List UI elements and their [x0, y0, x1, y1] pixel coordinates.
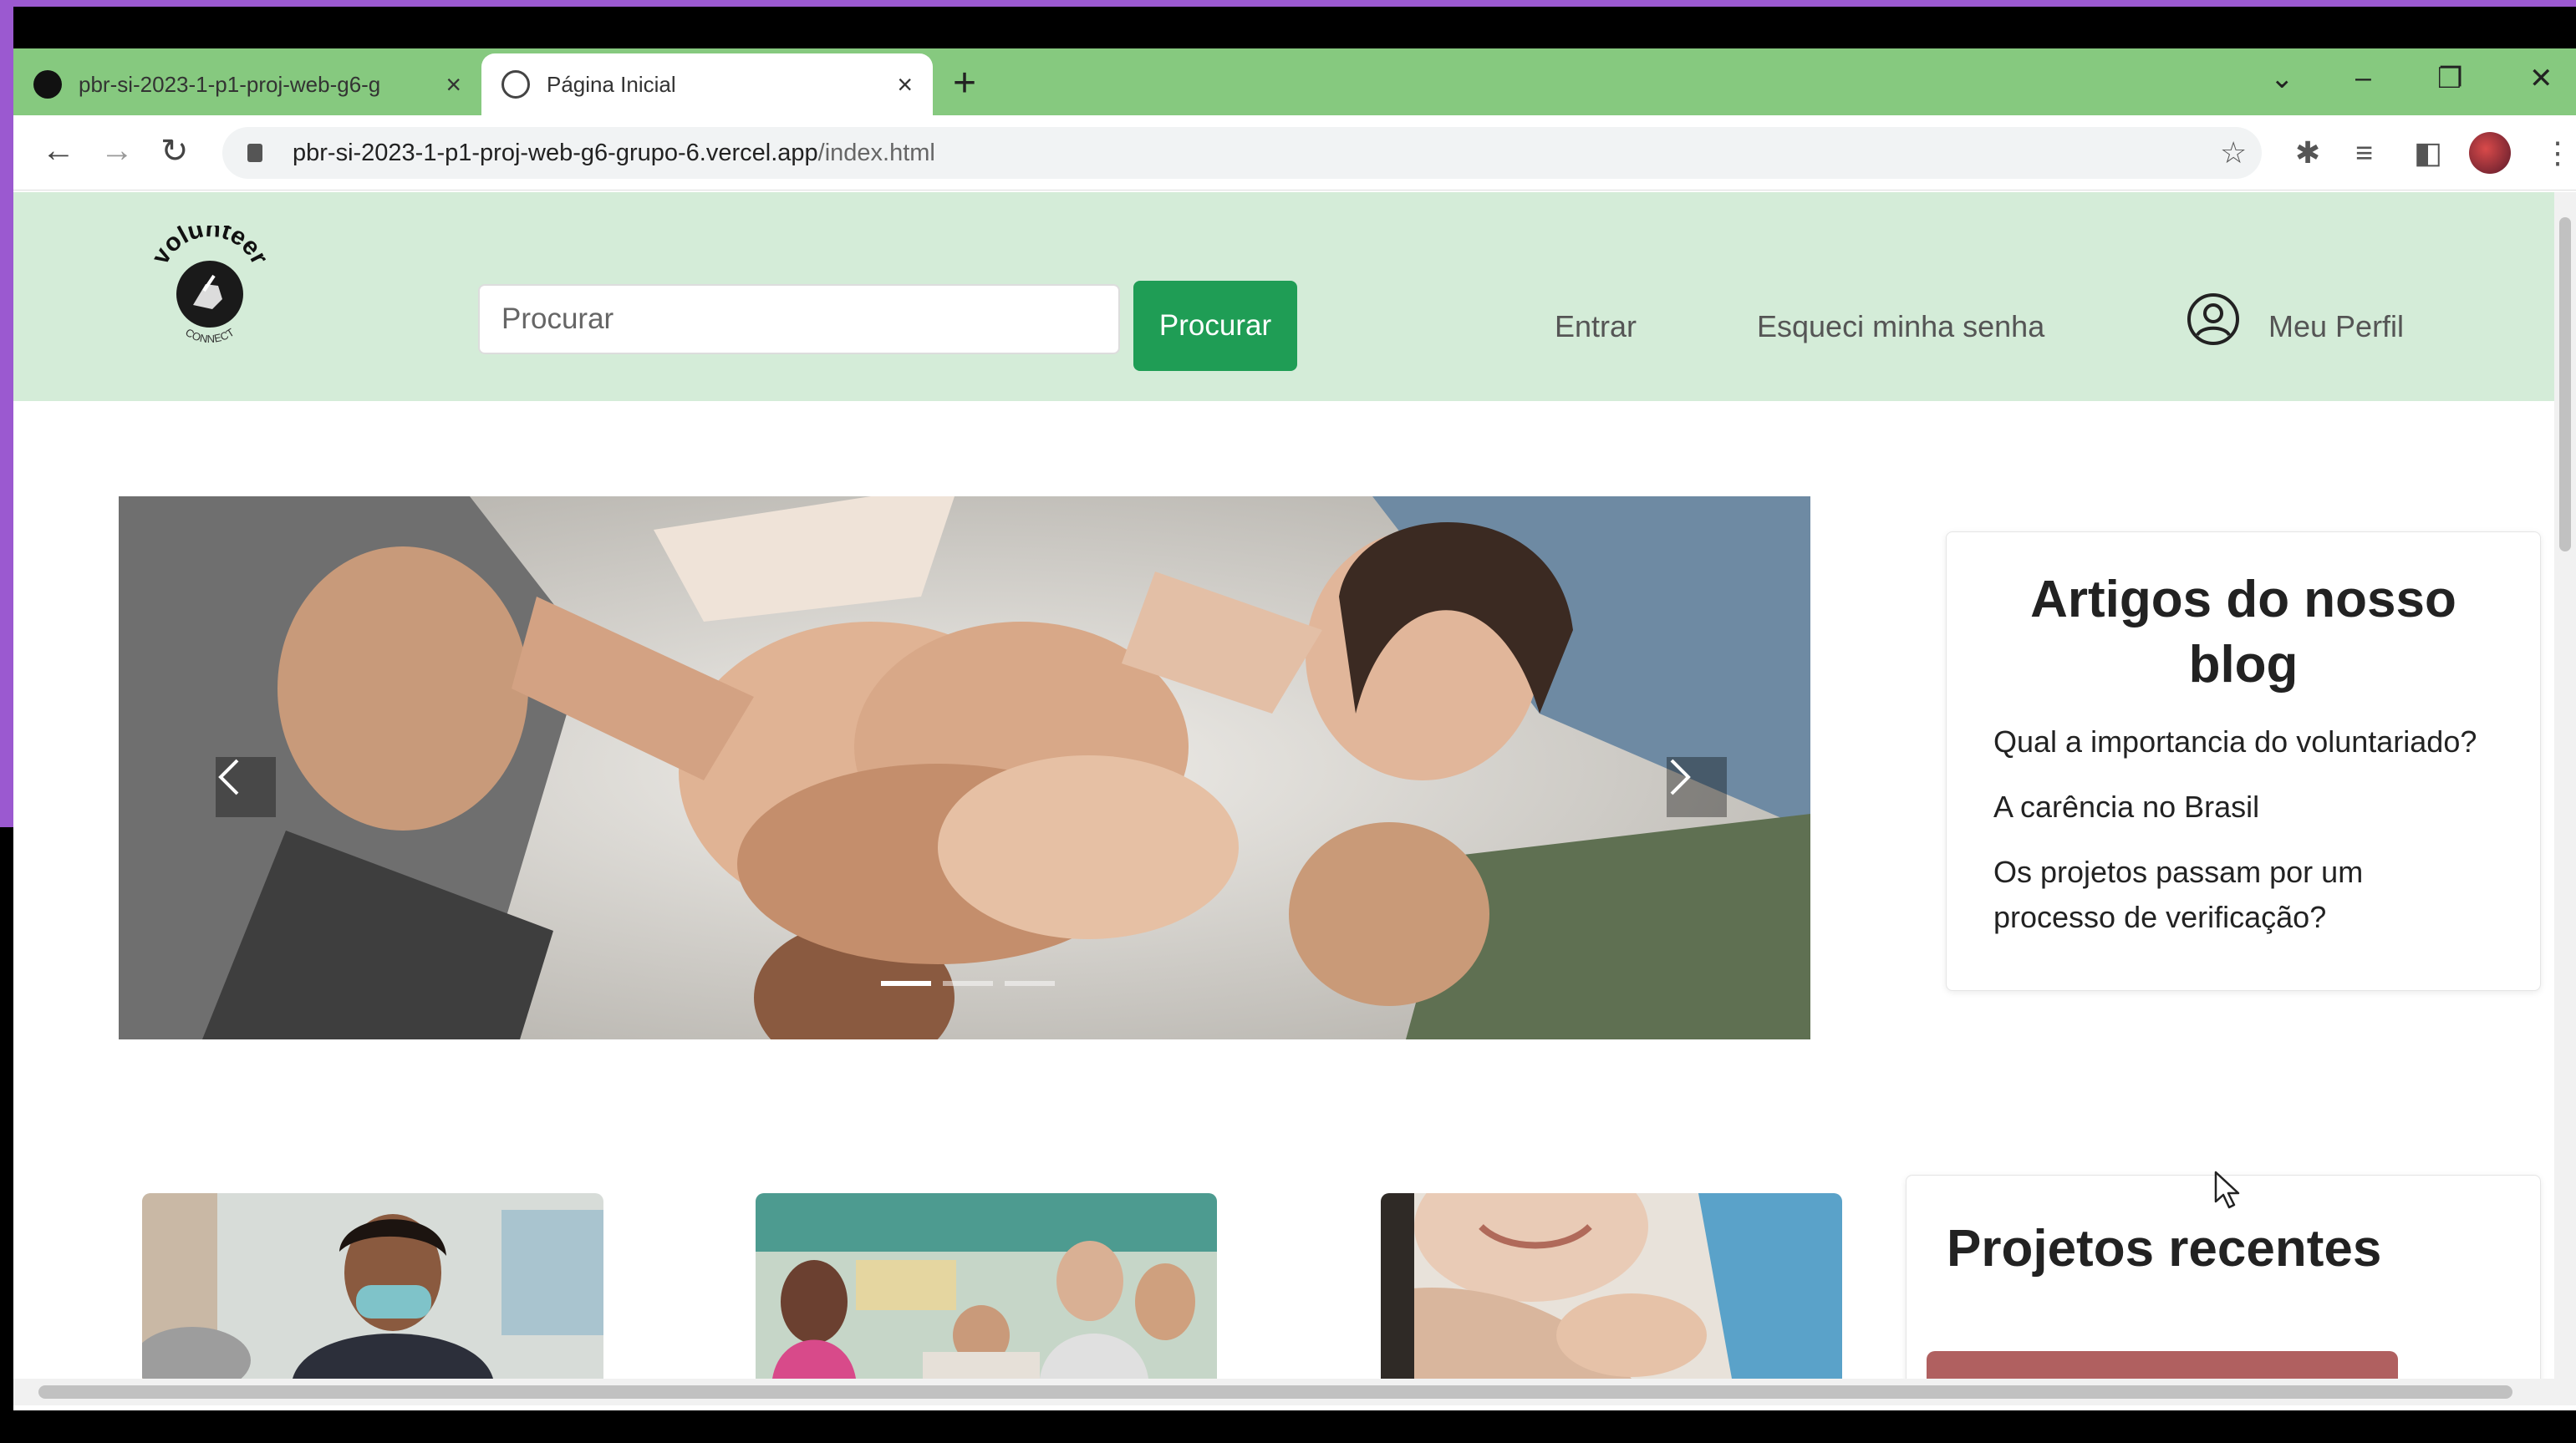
page-viewport: volunteer CONNECT Procurar Entrar Esquec… [13, 192, 2554, 1379]
url-field[interactable]: pbr-si-2023-1-p1-proj-web-g6-grupo-6.ver… [222, 127, 2262, 179]
search-button[interactable]: Procurar [1133, 281, 1297, 371]
carousel-indicator-2[interactable] [943, 981, 993, 986]
svg-text:CONNECT: CONNECT [183, 326, 237, 345]
my-profile-link[interactable]: Meu Perfil [2268, 309, 2404, 344]
globe-favicon-icon [501, 70, 530, 99]
vertical-scroll-thumb[interactable] [2559, 217, 2571, 551]
top-border [0, 0, 2576, 7]
restore-icon[interactable]: ❐ [2437, 62, 2462, 95]
sidepanel-icon[interactable]: ◧ [2414, 135, 2442, 170]
extensions-icon[interactable]: ✱ [2295, 135, 2320, 170]
close-tab-icon[interactable]: × [445, 69, 461, 100]
left-border [0, 0, 13, 827]
hands-together-image [119, 496, 1810, 1039]
horizontal-scrollbar[interactable] [13, 1379, 2576, 1405]
project-card-image-3[interactable] [1381, 1193, 1842, 1379]
blog-title: Artigos do nosso blog [2030, 571, 2456, 694]
minimize-icon[interactable]: – [2355, 62, 2371, 94]
tab-pagina-inicial[interactable]: Página Inicial × [481, 53, 933, 115]
url-host: pbr-si-2023-1-p1-proj-web-g6-grupo-6.ver… [293, 139, 818, 166]
project-card-image-2[interactable] [756, 1193, 1217, 1379]
forgot-password-link[interactable]: Esqueci minha senha [1757, 309, 2044, 344]
blog-articles-card: Artigos do nosso blog Qual a importancia… [1946, 531, 2541, 991]
search-input[interactable] [478, 284, 1120, 354]
project-card-image-1[interactable] [142, 1193, 603, 1379]
recent-projects-title: Projetos recentes [1947, 1220, 2382, 1278]
media-icon[interactable]: ≡ [2355, 135, 2373, 170]
carousel-indicator-1[interactable] [881, 981, 931, 986]
new-tab-icon[interactable]: + [953, 60, 976, 106]
chevron-right-icon [1670, 759, 1691, 795]
url-path: /index.html [817, 139, 935, 166]
carousel-indicator-3[interactable] [1005, 981, 1055, 986]
carousel-next-button[interactable] [1667, 757, 1727, 817]
bookmark-star-icon[interactable]: ☆ [2220, 135, 2247, 170]
horizontal-scroll-thumb[interactable] [38, 1385, 2512, 1399]
site-header: volunteer CONNECT Procurar Entrar Esquec… [13, 192, 2554, 401]
blog-link-carencia[interactable]: A carência no Brasil [1993, 785, 2512, 830]
hero-carousel[interactable] [119, 496, 1810, 1039]
volunteer-connect-logo[interactable]: volunteer CONNECT [139, 226, 281, 351]
recent-project-image[interactable] [1927, 1351, 2398, 1379]
tab-vercel[interactable]: pbr-si-2023-1-p1-proj-web-g6-g × [13, 53, 481, 115]
logo-subtext: CONNECT [183, 326, 237, 345]
tab-search-chevron-icon[interactable]: ⌄ [2270, 62, 2294, 95]
tab-title: Página Inicial [547, 71, 676, 97]
browser-window: pbr-si-2023-1-p1-proj-web-g6-g × Página … [13, 48, 2576, 1410]
forward-icon[interactable]: → [100, 132, 134, 170]
vercel-favicon-icon [33, 70, 62, 99]
chevron-left-icon [218, 759, 239, 795]
close-tab-icon[interactable]: × [897, 69, 913, 100]
blog-link-verificacao[interactable]: Os projetos passam por um processo de ve… [1993, 850, 2428, 940]
close-window-icon[interactable]: ✕ [2529, 62, 2553, 95]
reload-icon[interactable]: ↻ [160, 132, 189, 170]
address-bar: ← → ↻ pbr-si-2023-1-p1-proj-web-g6-grupo… [13, 115, 2576, 191]
tab-title: pbr-si-2023-1-p1-proj-web-g6-g [79, 71, 381, 97]
menu-dots-icon[interactable]: ⋮ [2543, 135, 2573, 170]
hospital-clowns-image [756, 1193, 1217, 1379]
blog-link-importancia[interactable]: Qual a importancia do voluntariado? [1993, 719, 2512, 765]
student-mask-image [142, 1193, 603, 1379]
elderly-care-image [1381, 1193, 1842, 1379]
user-circle-icon[interactable] [2187, 292, 2240, 346]
browser-profile-avatar[interactable] [2469, 132, 2511, 174]
vertical-scrollbar[interactable] [2554, 192, 2576, 1379]
carousel-prev-button[interactable] [216, 757, 276, 817]
login-link[interactable]: Entrar [1555, 309, 1637, 344]
carousel-indicators [881, 981, 1055, 986]
lock-icon [247, 144, 262, 162]
back-icon[interactable]: ← [42, 132, 75, 170]
tab-bar: pbr-si-2023-1-p1-proj-web-g6-g × Página … [13, 48, 2576, 115]
mouse-cursor-icon [2214, 1171, 2240, 1209]
